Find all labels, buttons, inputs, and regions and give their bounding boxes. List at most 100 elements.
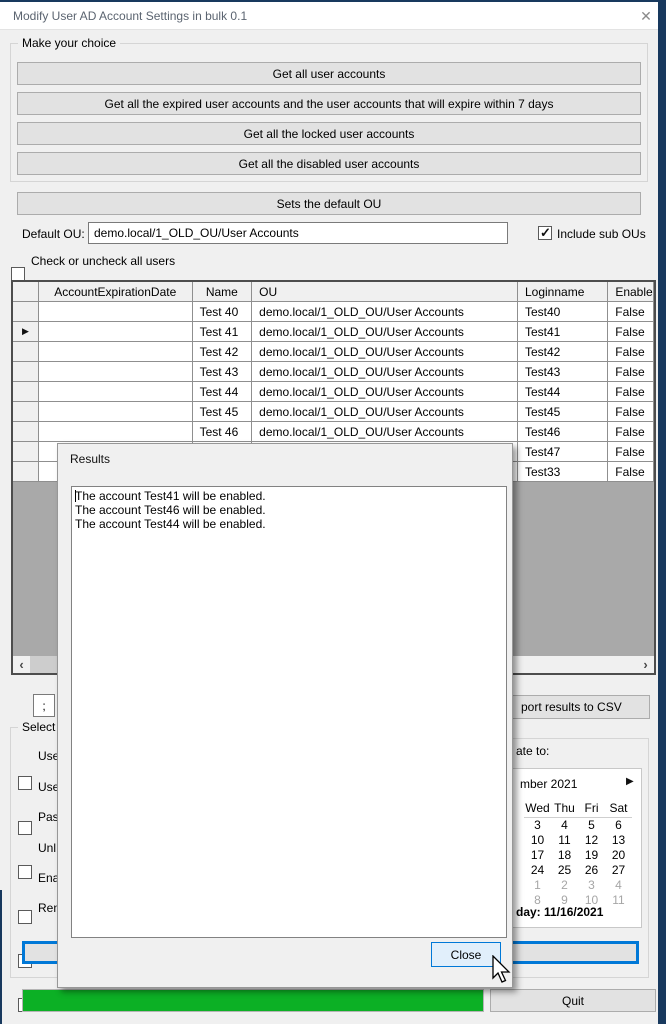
option-checkbox[interactable] bbox=[18, 776, 32, 790]
calendar-date[interactable]: 13 bbox=[605, 833, 632, 848]
cell-enabled[interactable]: False bbox=[608, 462, 654, 482]
row-header-cell[interactable] bbox=[13, 382, 39, 402]
cell-loginname[interactable]: Test33 bbox=[518, 462, 608, 482]
row-header-cell[interactable] bbox=[13, 342, 39, 362]
calendar-date[interactable]: 3 bbox=[524, 818, 551, 833]
choice-button[interactable]: Get all the disabled user accounts bbox=[17, 152, 641, 175]
calendar-date[interactable]: 11 bbox=[551, 833, 578, 848]
calendar-date[interactable]: 10 bbox=[524, 833, 551, 848]
cell-name[interactable]: Test 42 bbox=[193, 342, 253, 362]
check-all-users-checkbox[interactable] bbox=[11, 267, 25, 281]
calendar-date[interactable]: 4 bbox=[551, 818, 578, 833]
default-ou-input[interactable]: demo.local/1_OLD_OU/User Accounts bbox=[88, 222, 508, 244]
cell-loginname[interactable]: Test41 bbox=[518, 322, 608, 342]
cell-enabled[interactable]: False bbox=[608, 302, 654, 322]
row-header-cell[interactable] bbox=[13, 442, 39, 462]
cell-ou[interactable]: demo.local/1_OLD_OU/User Accounts bbox=[252, 422, 518, 442]
option-checkbox[interactable] bbox=[18, 821, 32, 835]
scroll-right-icon[interactable]: › bbox=[637, 656, 654, 673]
cell-ou[interactable]: demo.local/1_OLD_OU/User Accounts bbox=[252, 382, 518, 402]
row-header-cell[interactable] bbox=[13, 462, 39, 482]
calendar-date[interactable]: 20 bbox=[605, 848, 632, 863]
cell-account-expiration[interactable] bbox=[39, 342, 193, 362]
calendar-date[interactable]: 12 bbox=[578, 833, 605, 848]
calendar-date[interactable]: 19 bbox=[578, 848, 605, 863]
quit-button[interactable]: Quit bbox=[490, 989, 656, 1012]
table-row[interactable]: Test 42demo.local/1_OLD_OU/User Accounts… bbox=[13, 342, 654, 362]
cell-account-expiration[interactable] bbox=[39, 322, 193, 342]
cell-enabled[interactable]: False bbox=[608, 422, 654, 442]
cell-account-expiration[interactable] bbox=[39, 382, 193, 402]
choice-button[interactable]: Get all the expired user accounts and th… bbox=[17, 92, 641, 115]
cell-enabled[interactable]: False bbox=[608, 322, 654, 342]
include-sub-ous-checkbox[interactable]: ✓ bbox=[538, 226, 552, 240]
cell-ou[interactable]: demo.local/1_OLD_OU/User Accounts bbox=[252, 362, 518, 382]
cell-name[interactable]: Test 44 bbox=[193, 382, 253, 402]
row-header-cell[interactable] bbox=[13, 402, 39, 422]
table-row[interactable]: Test 44demo.local/1_OLD_OU/User Accounts… bbox=[13, 382, 654, 402]
set-default-ou-button[interactable]: Sets the default OU bbox=[17, 192, 641, 215]
cell-name[interactable]: Test 40 bbox=[193, 302, 253, 322]
cell-name[interactable]: Test 45 bbox=[193, 402, 253, 422]
table-row[interactable]: Test 46demo.local/1_OLD_OU/User Accounts… bbox=[13, 422, 654, 442]
row-header-cell[interactable] bbox=[13, 422, 39, 442]
cell-ou[interactable]: demo.local/1_OLD_OU/User Accounts bbox=[252, 342, 518, 362]
calendar-date[interactable]: 2 bbox=[551, 878, 578, 893]
cell-enabled[interactable]: False bbox=[608, 342, 654, 362]
cell-loginname[interactable]: Test43 bbox=[518, 362, 608, 382]
calendar-date[interactable]: 5 bbox=[578, 818, 605, 833]
cell-account-expiration[interactable] bbox=[39, 422, 193, 442]
row-header-cell[interactable]: ▶ bbox=[13, 322, 39, 342]
option-checkbox[interactable] bbox=[18, 910, 32, 924]
csv-delimiter-input[interactable]: ; bbox=[33, 694, 55, 717]
cell-loginname[interactable]: Test47 bbox=[518, 442, 608, 462]
cell-ou[interactable]: demo.local/1_OLD_OU/User Accounts bbox=[252, 322, 518, 342]
close-button[interactable]: Close bbox=[431, 942, 501, 967]
calendar-date[interactable]: 25 bbox=[551, 863, 578, 878]
grid-header-cell[interactable]: OU bbox=[252, 282, 518, 302]
cell-name[interactable]: Test 46 bbox=[193, 422, 253, 442]
calendar-today-label[interactable]: day: 11/16/2021 bbox=[516, 905, 603, 919]
calendar-date[interactable]: 18 bbox=[551, 848, 578, 863]
calendar-date[interactable]: 27 bbox=[605, 863, 632, 878]
close-icon[interactable]: ✕ bbox=[636, 6, 656, 26]
row-header-cell[interactable] bbox=[13, 362, 39, 382]
table-row[interactable]: Test 45demo.local/1_OLD_OU/User Accounts… bbox=[13, 402, 654, 422]
calendar-date[interactable]: 17 bbox=[524, 848, 551, 863]
cell-ou[interactable]: demo.local/1_OLD_OU/User Accounts bbox=[252, 402, 518, 422]
scroll-left-icon[interactable]: ‹ bbox=[13, 656, 30, 673]
row-header-cell[interactable] bbox=[13, 302, 39, 322]
cell-enabled[interactable]: False bbox=[608, 362, 654, 382]
calendar-date[interactable]: 6 bbox=[605, 818, 632, 833]
cell-loginname[interactable]: Test42 bbox=[518, 342, 608, 362]
option-checkbox[interactable] bbox=[18, 865, 32, 879]
cell-loginname[interactable]: Test44 bbox=[518, 382, 608, 402]
table-row[interactable]: Test 43demo.local/1_OLD_OU/User Accounts… bbox=[13, 362, 654, 382]
choice-button[interactable]: Get all the locked user accounts bbox=[17, 122, 641, 145]
grid-header-cell[interactable]: AccountExpirationDate bbox=[39, 282, 193, 302]
calendar-date[interactable]: 24 bbox=[524, 863, 551, 878]
grid-header-cell[interactable]: Loginname bbox=[518, 282, 608, 302]
cell-loginname[interactable]: Test45 bbox=[518, 402, 608, 422]
cell-ou[interactable]: demo.local/1_OLD_OU/User Accounts bbox=[252, 302, 518, 322]
calendar-date[interactable]: 3 bbox=[578, 878, 605, 893]
cell-enabled[interactable]: False bbox=[608, 402, 654, 422]
calendar-date[interactable]: 11 bbox=[605, 893, 632, 908]
grid-header-cell[interactable]: Enabled bbox=[608, 282, 654, 302]
choice-button[interactable]: Get all user accounts bbox=[17, 62, 641, 85]
cell-account-expiration[interactable] bbox=[39, 402, 193, 422]
results-text-area[interactable]: The account Test41 will be enabled.The a… bbox=[71, 486, 507, 938]
grid-header-cell[interactable]: Name bbox=[193, 282, 253, 302]
calendar-date[interactable]: 4 bbox=[605, 878, 632, 893]
grid-header-cell[interactable] bbox=[13, 282, 39, 302]
calendar-next-icon[interactable]: ▶ bbox=[626, 776, 634, 787]
calendar-weeks[interactable]: 34561011121317181920242526271234891011 bbox=[524, 818, 632, 908]
cell-enabled[interactable]: False bbox=[608, 442, 654, 462]
cell-name[interactable]: Test 41 bbox=[193, 322, 253, 342]
cell-loginname[interactable]: Test46 bbox=[518, 422, 608, 442]
calendar-date[interactable]: 1 bbox=[524, 878, 551, 893]
calendar-date[interactable]: 26 bbox=[578, 863, 605, 878]
cell-loginname[interactable]: Test40 bbox=[518, 302, 608, 322]
table-row[interactable]: Test 40demo.local/1_OLD_OU/User Accounts… bbox=[13, 302, 654, 322]
table-row[interactable]: ▶ Test 41demo.local/1_OLD_OU/User Account… bbox=[13, 322, 654, 342]
